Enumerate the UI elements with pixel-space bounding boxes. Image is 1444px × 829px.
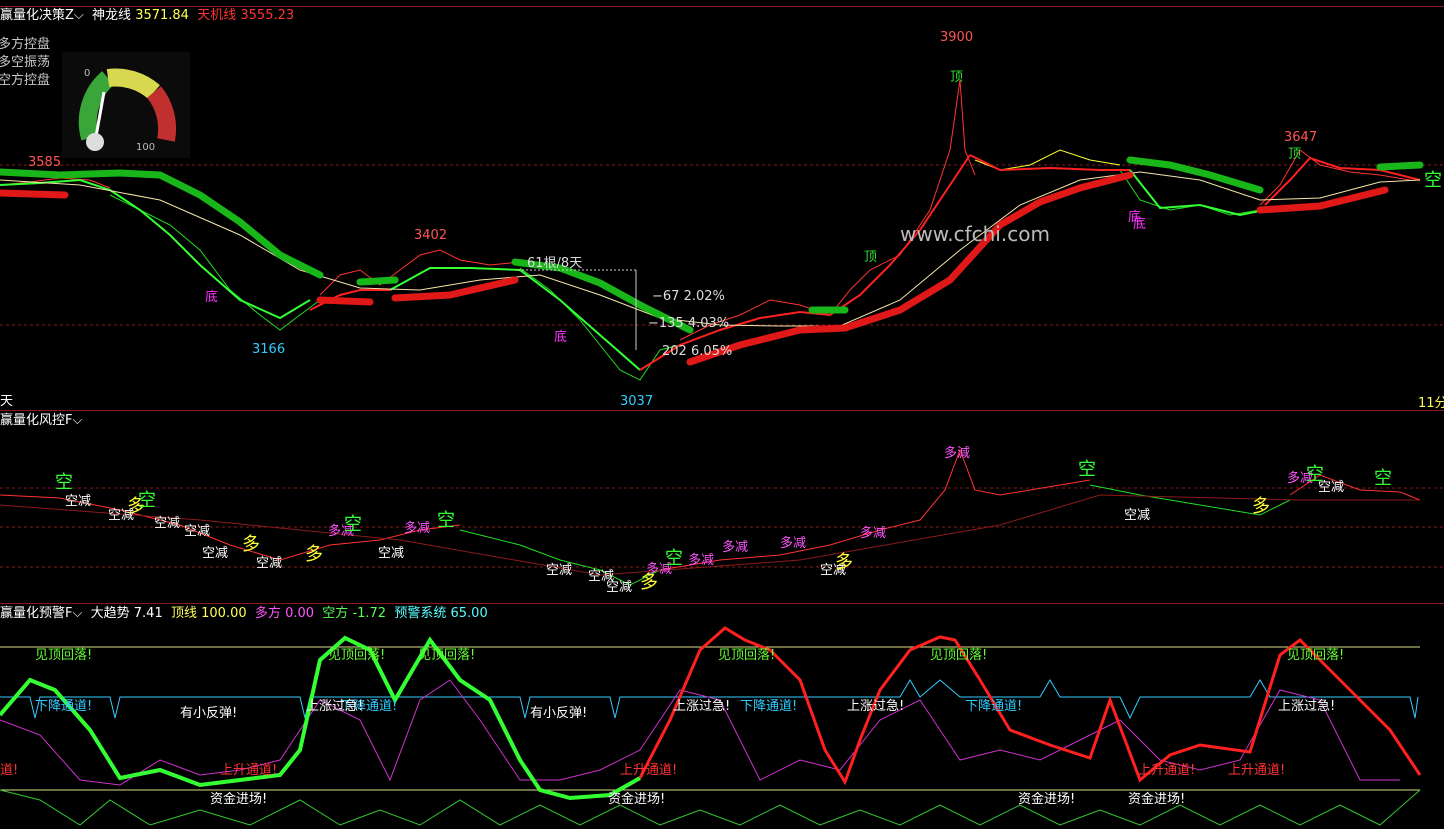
top-marker: 顶: [864, 250, 878, 265]
annotation-channel-down: 下降通道!: [740, 699, 798, 714]
signal-label: 多: [305, 544, 323, 565]
annotation-top: 见顶回落!: [930, 648, 988, 663]
indicator-top-label: 顶线: [170, 606, 197, 621]
indicator-alert-label: 预警系统: [394, 606, 447, 621]
signal-label: 空减: [606, 580, 633, 595]
indicator-bull-label: 多方: [254, 606, 281, 621]
price-label: 3585: [28, 155, 62, 170]
signal-label: 空减: [378, 546, 405, 561]
annotation-up-channel: 道!: [0, 763, 19, 778]
signal-label: 多减: [860, 526, 887, 541]
price-label: 3900: [940, 30, 974, 45]
signal-label: 多减: [688, 553, 715, 568]
signal-label: 空: [665, 548, 683, 569]
signal-label: 空减: [154, 516, 181, 531]
pane2-bottom-border: [0, 603, 1444, 604]
signal-label: 多: [640, 572, 658, 593]
annotation-capital-in: 资金进场!: [608, 792, 666, 807]
annotation-channel-down: 下降通道!: [965, 699, 1023, 714]
pane2-title[interactable]: 赢量化风控F: [0, 413, 72, 428]
annotation-capital-in: 资金进场!: [1128, 792, 1186, 807]
signal-label: 空减: [108, 508, 135, 523]
bottom-marker: 底: [1133, 217, 1147, 232]
annotation-capital-in: 资金进场!: [1018, 792, 1076, 807]
annotation-up-channel: 上升通道!: [1138, 763, 1196, 778]
annotation-top: 见顶回落!: [1287, 648, 1345, 663]
signal-label: 多減: [944, 446, 971, 461]
signal-label: 多减: [780, 536, 807, 551]
signal-label: 空: [437, 510, 455, 531]
indicator-trend-value: 7.41: [133, 606, 163, 621]
annotation-up-channel: 上升通道!: [620, 763, 678, 778]
annotation-top: 见顶回落!: [418, 648, 476, 663]
signal-label: 空减: [1124, 508, 1151, 523]
pane2-header: 赢量化风控F⌵: [0, 413, 82, 429]
signal-label: 多减: [404, 521, 431, 536]
period-right: 11分: [1418, 396, 1444, 411]
annotation-up-channel: 上升通道!: [1228, 763, 1286, 778]
indicator-trend-label: 大趋势: [90, 606, 130, 621]
indicator-bull-value: 0.00: [285, 606, 315, 621]
annotation-up-fast: 上涨过急!: [847, 699, 905, 714]
price-label: 3402: [414, 228, 448, 243]
indicator-alert-value: 65.00: [450, 606, 488, 621]
right-marker: 空: [1424, 170, 1442, 191]
annotation-rebound: 有小反弹!: [180, 706, 238, 721]
annotation-capital-in: 资金进场!: [210, 792, 268, 807]
top-marker: 顶: [1288, 147, 1302, 162]
signal-label: 空减: [184, 524, 211, 539]
annotation-up-fast: 上涨过急!: [306, 699, 364, 714]
top-border: [0, 6, 1444, 7]
signal-label: 多: [242, 534, 260, 555]
pane3-title-dropdown-icon[interactable]: ⌵: [72, 606, 82, 621]
measure-row: −67 2.02%: [652, 289, 725, 304]
annotation-up-fast: 上涨过急!: [673, 699, 731, 714]
price-label: 3166: [252, 342, 286, 357]
signal-label: 空减: [202, 546, 229, 561]
annotation-top: 见顶回落!: [35, 648, 93, 663]
pane3-title[interactable]: 赢量化预警F: [0, 606, 72, 621]
bottom-marker: 底: [205, 290, 219, 305]
annotation-channel-down: 下降通道!: [35, 699, 93, 714]
signal-label: 空: [1374, 468, 1392, 489]
indicator-bear-value: -1.72: [352, 606, 387, 621]
annotation-top: 见顶回落!: [328, 648, 386, 663]
indicator-top-value: 100.00: [201, 606, 247, 621]
annotation-rebound: 有小反弹!: [530, 706, 588, 721]
indicator-bear-label: 空方: [322, 606, 349, 621]
pane1-bottom-border: [0, 410, 1444, 411]
measure-row: 202 6.05%: [662, 344, 733, 359]
annotation-top: 见顶回落!: [718, 648, 776, 663]
annotation-up-channel: 上升通道!: [220, 763, 278, 778]
pane3-header: 赢量化预警F⌵ 大趋势 7.41 顶线 100.00 多方 0.00 空方 -1…: [0, 606, 488, 622]
signal-label: 空: [344, 514, 362, 535]
bottom-marker: 底: [554, 330, 568, 345]
period-left: 天: [0, 394, 14, 409]
measure-row: −135 4.03%: [648, 316, 730, 331]
measure-header: 61根/8天: [527, 256, 583, 271]
signal-label: 空: [1078, 459, 1096, 480]
signal-label: 空减: [1318, 480, 1345, 495]
watermark: www.cfchi.com: [900, 222, 1050, 246]
annotation-up-fast: 上涨过急!: [1278, 699, 1336, 714]
signal-label: 空: [138, 490, 156, 511]
signal-label: 多减: [722, 540, 749, 555]
signal-label: 多: [1252, 496, 1270, 517]
signal-label: 多: [835, 552, 853, 573]
pane2-title-dropdown-icon[interactable]: ⌵: [72, 413, 82, 428]
signal-label: 空减: [546, 563, 573, 578]
top-marker: 顶: [950, 70, 964, 85]
signal-label: 空减: [65, 494, 92, 509]
price-label: 3037: [620, 394, 654, 409]
